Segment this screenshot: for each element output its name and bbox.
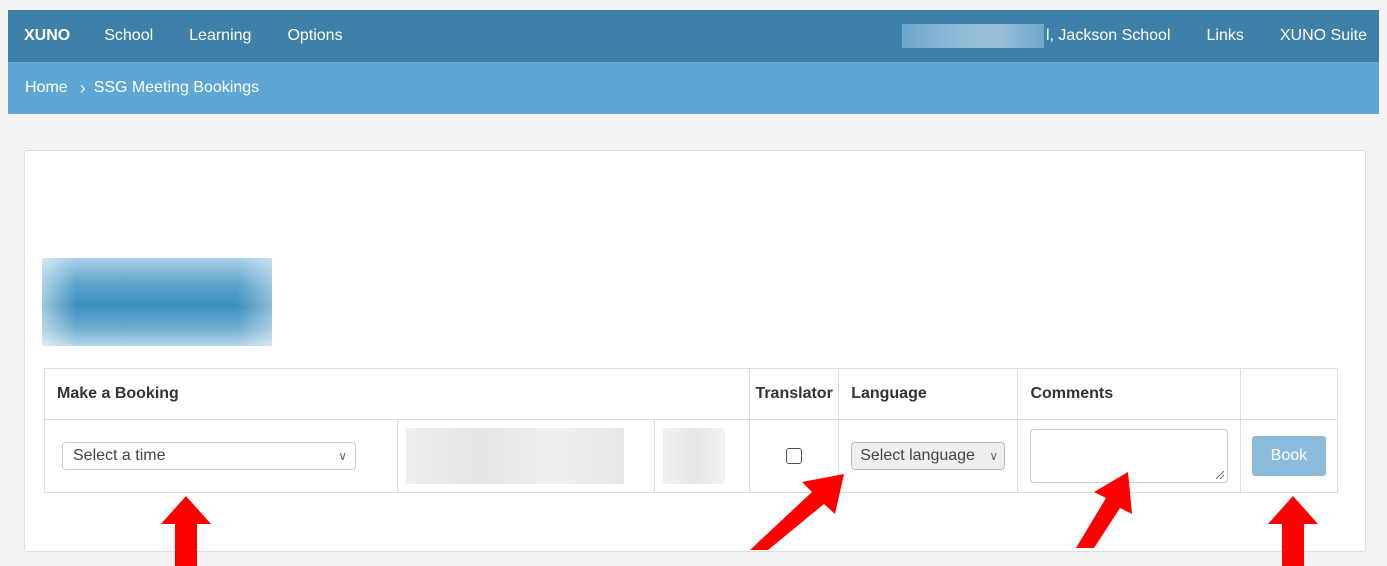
language-select-value: Select language bbox=[860, 447, 975, 464]
top-navbar: XUNO School Learning Options l, Jackson … bbox=[8, 10, 1379, 62]
language-cell: Select language ∨ bbox=[838, 419, 1019, 493]
nav-links[interactable]: Links bbox=[1207, 27, 1244, 45]
book-button[interactable]: Book bbox=[1251, 436, 1326, 476]
chevron-right-icon: › bbox=[79, 77, 86, 98]
translator-checkbox[interactable] bbox=[786, 448, 803, 464]
header-translator: Translator bbox=[749, 368, 840, 420]
nav-right: l, Jackson School Links XUNO Suite bbox=[901, 24, 1379, 48]
breadcrumb: Home › SSG Meeting Bookings bbox=[8, 62, 1379, 114]
arrow-up-icon bbox=[1268, 496, 1318, 566]
header-comments: Comments bbox=[1017, 368, 1241, 420]
arrow-up-icon bbox=[161, 496, 211, 566]
book-cell: Book bbox=[1239, 419, 1339, 493]
brand-logo[interactable]: XUNO bbox=[24, 27, 70, 45]
user-school-label[interactable]: l, Jackson School bbox=[1046, 27, 1171, 45]
breadcrumb-home[interactable]: Home bbox=[25, 79, 68, 97]
booking-table: Make a Booking Translator Language Comme… bbox=[43, 368, 1339, 493]
nav-options[interactable]: Options bbox=[287, 27, 342, 45]
chevron-down-icon: ∨ bbox=[989, 449, 999, 463]
redacted-slot-extra bbox=[662, 428, 725, 484]
arrow-diagonal-icon bbox=[750, 474, 844, 550]
nav-xuno-suite[interactable]: XUNO Suite bbox=[1280, 27, 1367, 45]
time-cell: Select a time ∨ bbox=[44, 419, 398, 493]
time-select[interactable]: Select a time ∨ bbox=[62, 442, 356, 470]
table-header-row: Make a Booking Translator Language Comme… bbox=[43, 368, 1339, 420]
nav-school[interactable]: School bbox=[104, 27, 153, 45]
header-make-booking: Make a Booking bbox=[43, 368, 751, 420]
redacted-image bbox=[42, 258, 272, 346]
redacted-slot-info bbox=[405, 428, 624, 484]
language-select[interactable]: Select language ∨ bbox=[851, 442, 1006, 470]
breadcrumb-current: SSG Meeting Bookings bbox=[93, 79, 260, 96]
arrow-diagonal-icon bbox=[1076, 472, 1132, 548]
redacted-user-name bbox=[901, 24, 1044, 48]
chevron-down-icon: ∨ bbox=[338, 449, 347, 463]
resize-handle-icon[interactable] bbox=[1216, 471, 1225, 479]
header-empty bbox=[1239, 368, 1339, 420]
nav-learning[interactable]: Learning bbox=[189, 27, 251, 45]
time-select-value: Select a time bbox=[73, 447, 166, 464]
header-language: Language bbox=[838, 368, 1019, 420]
table-row: Select a time ∨ Select language ∨ Book bbox=[44, 419, 1339, 493]
slot-cell bbox=[396, 419, 655, 493]
slot-extra-cell bbox=[653, 419, 751, 493]
